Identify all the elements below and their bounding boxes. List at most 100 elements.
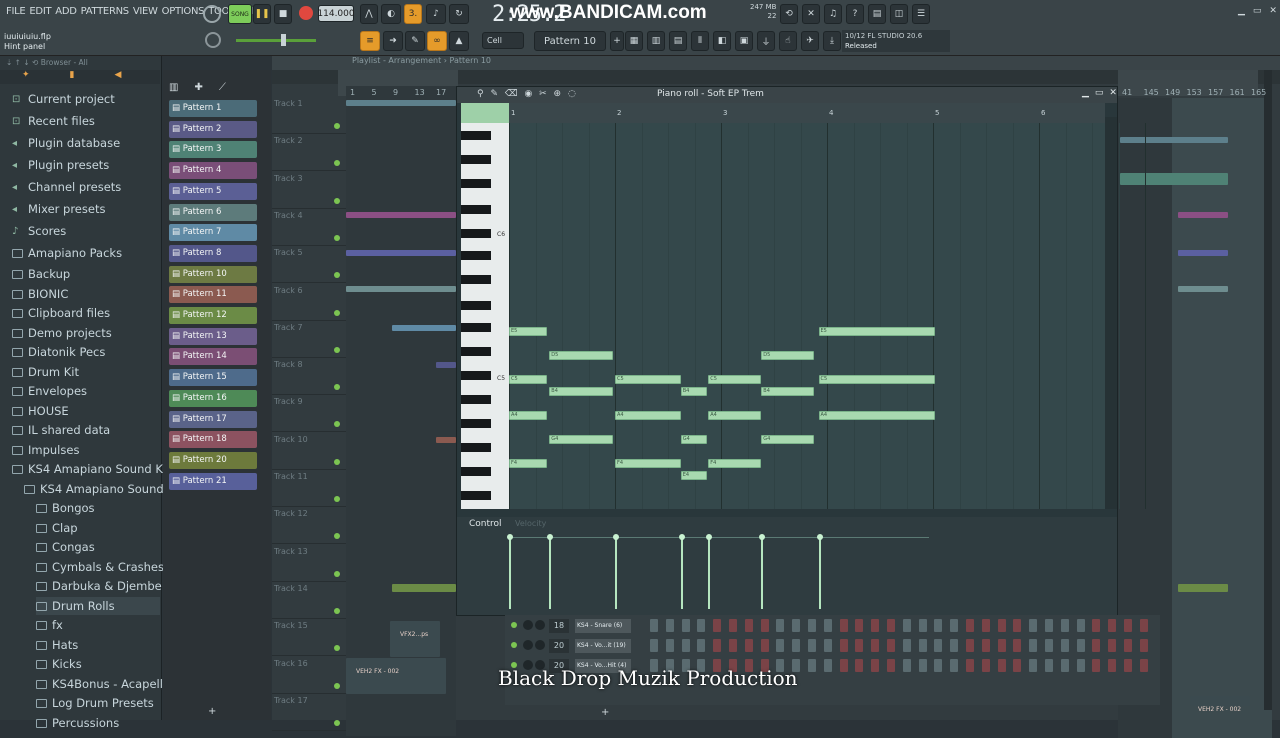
piano-note[interactable]: A4 — [818, 411, 936, 420]
browser-item[interactable]: Backup — [12, 265, 70, 283]
track-header[interactable]: Track 4 — [274, 211, 303, 220]
track-header[interactable]: Track 5 — [274, 248, 303, 257]
black-key[interactable] — [461, 251, 491, 260]
step-button[interactable] — [997, 639, 1006, 652]
step-button[interactable] — [1076, 659, 1085, 672]
browser-item[interactable]: Clap — [36, 519, 78, 537]
plugin-picker-icon[interactable]: ◧ — [713, 31, 731, 51]
channel-pan-knob[interactable] — [523, 620, 533, 630]
piano-roll-view-icon[interactable]: ▥ — [647, 31, 665, 51]
piano-note[interactable]: A4 — [509, 411, 548, 420]
black-key[interactable] — [461, 395, 491, 404]
step-button[interactable] — [1124, 619, 1132, 632]
browser-icon[interactable]: ▣ — [735, 31, 753, 51]
step-button[interactable] — [1029, 619, 1038, 632]
step-button[interactable] — [887, 639, 895, 652]
piano-roll-window-controls[interactable]: ▁▭✕ — [1082, 88, 1123, 98]
step-button[interactable] — [744, 619, 753, 632]
step-button[interactable] — [918, 619, 927, 632]
step-button[interactable] — [997, 659, 1006, 672]
snap-selector[interactable]: Cell — [482, 32, 524, 49]
step-button[interactable] — [981, 639, 990, 652]
step-button[interactable] — [871, 639, 880, 652]
browser-item[interactable]: ♪ Scores — [12, 222, 66, 240]
volume-slider-handle[interactable] — [281, 34, 286, 46]
channel-mute-led[interactable] — [511, 622, 517, 628]
step-button[interactable] — [808, 639, 816, 652]
piano-note[interactable]: G4 — [761, 435, 815, 444]
step-button[interactable] — [887, 619, 895, 632]
step-button[interactable] — [839, 659, 848, 672]
pattern-item[interactable]: ▤ Pattern 17 — [169, 410, 257, 428]
news-panel[interactable]: 10/12 FL STUDIO 20.6 Released — [842, 30, 950, 52]
pattern-item[interactable]: ▤ Pattern 3 — [169, 141, 257, 159]
piano-note[interactable]: C5 — [818, 375, 936, 384]
track-header[interactable]: Track 8 — [274, 360, 303, 369]
step-button[interactable] — [697, 619, 706, 632]
playlist-clip[interactable] — [436, 362, 456, 368]
plug-icon[interactable]: ⏚ — [757, 31, 775, 51]
step-button[interactable] — [744, 639, 753, 652]
step-button[interactable] — [808, 619, 816, 632]
piano-note[interactable]: E5 — [818, 327, 936, 336]
track-mute-led[interactable] — [334, 458, 340, 465]
black-key[interactable] — [461, 467, 491, 476]
step-button[interactable] — [1013, 659, 1022, 672]
playlist-clip[interactable] — [1178, 286, 1228, 292]
step-button[interactable] — [1092, 619, 1101, 632]
playlist-clip[interactable] — [1178, 250, 1228, 256]
step-button[interactable] — [681, 619, 690, 632]
pattern-item[interactable]: ▤ Pattern 4 — [169, 162, 257, 180]
playlist-clip[interactable] — [392, 325, 456, 331]
audio-clip[interactable]: VFX2...ps — [390, 621, 440, 657]
step-button[interactable] — [1045, 639, 1053, 652]
step-button[interactable] — [776, 619, 785, 632]
browser-item[interactable]: Drum Kit — [12, 363, 79, 381]
step-button[interactable] — [1076, 639, 1085, 652]
pattern-item[interactable]: ▤ Pattern 2 — [169, 120, 257, 138]
pattern-item[interactable]: ▤ Pattern 10 — [169, 265, 257, 283]
pattern-item[interactable]: ▤ Pattern 15 — [169, 369, 257, 387]
master-pitch-knob[interactable] — [203, 5, 221, 23]
audio-clip[interactable]: VEH2 FX - 002 — [1190, 696, 1250, 713]
piano-roll-ruler[interactable]: 1 2 3 4 5 6 — [509, 103, 1105, 123]
pattern-item[interactable]: ▤ Pattern 8 — [169, 244, 257, 262]
browser-item[interactable]: Demo projects — [12, 324, 112, 342]
browser-item[interactable]: Congas — [36, 538, 95, 556]
pattern-item[interactable]: ▤ Pattern 7 — [169, 224, 257, 242]
track-mute-led[interactable] — [334, 197, 340, 204]
playlist-clip[interactable] — [1120, 173, 1228, 185]
chat-icon[interactable]: ☰ — [912, 4, 930, 24]
piano-note[interactable]: D5 — [761, 351, 815, 360]
menu-options[interactable]: OPTIONS — [160, 6, 207, 17]
track-header[interactable]: Track 7 — [274, 323, 303, 332]
browser-item[interactable]: Kicks — [36, 655, 82, 673]
black-key[interactable] — [461, 275, 491, 284]
browser-item[interactable]: Percussions — [36, 714, 119, 732]
black-key[interactable] — [461, 347, 491, 356]
piano-note[interactable]: C5 — [509, 375, 548, 384]
step-button[interactable] — [1045, 659, 1053, 672]
browser-item[interactable]: KS4 Amapiano Sound Kit — [12, 460, 171, 478]
master-volume-knob[interactable] — [205, 32, 221, 48]
pattern-picker-tools[interactable]: ▥✚⟋ — [169, 82, 242, 93]
note-grid[interactable]: E5 E5 D5 D5 C5 C5 C5 C5 B4 B4 B4 A4 A4 A4 A4 G4 G4 G4 F4 F4… — [509, 123, 1146, 509]
step-button[interactable] — [1013, 619, 1022, 632]
playlist-clip[interactable] — [436, 437, 456, 443]
step-button[interactable] — [1029, 659, 1038, 672]
pattern-item[interactable]: ▤ Pattern 18 — [169, 431, 257, 449]
track-mute-led[interactable] — [334, 570, 340, 577]
step-button[interactable] — [760, 619, 769, 632]
pattern-item[interactable]: ▤ Pattern 11 — [169, 286, 257, 304]
track-header[interactable]: Track 13 — [274, 547, 308, 556]
piano-note[interactable]: B4 — [549, 387, 613, 396]
step-button[interactable] — [966, 659, 974, 672]
piano-keyboard[interactable]: C6 C5 — [461, 123, 509, 509]
browser-item[interactable]: Log Drum Presets — [36, 694, 154, 712]
playlist-view-icon[interactable]: ▦ — [625, 31, 643, 51]
browser-item[interactable]: Bongos — [36, 499, 95, 517]
velocity-bar[interactable] — [613, 534, 619, 609]
velocity-bar[interactable] — [706, 534, 713, 609]
step-button[interactable] — [1045, 619, 1053, 632]
track-header[interactable]: Track 10 — [274, 435, 308, 444]
